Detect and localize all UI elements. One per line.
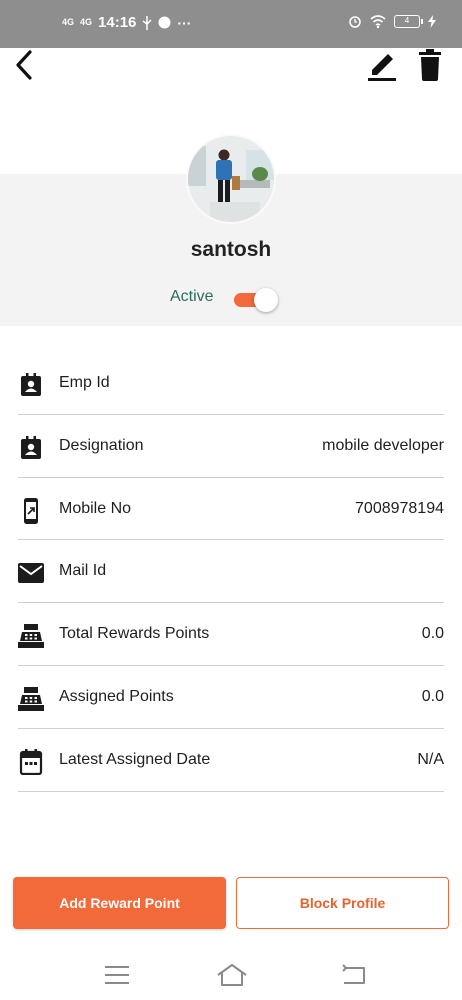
home-nav-button[interactable] bbox=[216, 962, 248, 988]
detail-row-emp-id: Emp Id bbox=[0, 352, 462, 415]
detail-value: 0.0 bbox=[421, 625, 444, 643]
detail-label: Designation bbox=[59, 436, 144, 454]
network-indicator-1: 4G bbox=[62, 17, 75, 27]
system-nav-bar bbox=[0, 950, 462, 1000]
battery-icon: 4 bbox=[394, 14, 423, 28]
profile-avatar[interactable] bbox=[186, 134, 276, 224]
alarm-icon bbox=[349, 16, 361, 28]
pencil-icon bbox=[368, 54, 396, 81]
back-arrow-icon bbox=[16, 50, 32, 80]
detail-label: Emp Id bbox=[59, 374, 110, 391]
status-right: 4 bbox=[348, 14, 436, 28]
detail-label: Assigned Points bbox=[59, 687, 174, 705]
menu-nav-button[interactable] bbox=[103, 962, 131, 988]
detail-row-assigned-points: Assigned Points 0.0 bbox=[0, 666, 462, 729]
delete-button[interactable] bbox=[414, 48, 446, 82]
menu-icon bbox=[105, 966, 129, 984]
network-indicator-2: 4G bbox=[80, 17, 93, 27]
top-bar bbox=[0, 48, 462, 108]
detail-value: 7008978194 bbox=[355, 499, 444, 517]
block-profile-button[interactable]: Block Profile bbox=[236, 877, 449, 929]
status-more: ··· bbox=[177, 14, 192, 31]
usb-icon bbox=[142, 15, 152, 30]
wifi-icon bbox=[370, 14, 386, 28]
detail-label: Mobile No bbox=[59, 499, 132, 517]
notification-dot-icon bbox=[158, 16, 171, 29]
detail-value: 0.0 bbox=[421, 687, 444, 705]
detail-label: Total Rewards Points bbox=[59, 625, 210, 643]
profile-photo bbox=[188, 136, 274, 222]
contact-card-icon bbox=[18, 435, 44, 461]
detail-row-mobile: Mobile No 7008978194 bbox=[0, 478, 462, 541]
cash-register-icon bbox=[18, 623, 44, 649]
details-list: Emp Id Designation mobile developer Mobi… bbox=[0, 352, 462, 792]
detail-label: Latest Assigned Date bbox=[59, 750, 211, 768]
charging-icon bbox=[428, 14, 436, 28]
toggle-knob bbox=[254, 288, 278, 312]
battery-level: 4 bbox=[404, 15, 410, 25]
status-time: 14:16 bbox=[98, 14, 137, 31]
detail-row-designation: Designation mobile developer bbox=[0, 415, 462, 478]
return-icon bbox=[342, 964, 365, 984]
back-button[interactable] bbox=[10, 48, 40, 82]
add-reward-point-button[interactable]: Add Reward Point bbox=[13, 877, 226, 929]
edit-button[interactable] bbox=[366, 48, 398, 82]
detail-row-total-rewards: Total Rewards Points 0.0 bbox=[0, 603, 462, 666]
status-bar: 4G 4G 14:16 ··· 4 bbox=[0, 0, 462, 48]
detail-row-mail: Mail Id bbox=[0, 540, 462, 604]
active-toggle[interactable] bbox=[232, 288, 278, 312]
divider bbox=[18, 790, 444, 792]
status-row: Active bbox=[0, 284, 462, 312]
profile-name: santosh bbox=[190, 238, 272, 261]
back-nav-button[interactable] bbox=[340, 962, 368, 988]
phone-icon bbox=[18, 497, 44, 524]
calendar-icon bbox=[18, 748, 44, 775]
detail-label: Mail Id bbox=[59, 562, 107, 580]
detail-value: mobile developer bbox=[322, 436, 444, 454]
trash-icon bbox=[419, 49, 441, 81]
cash-register-icon bbox=[18, 686, 44, 712]
status-left: 4G 4G 14:16 ··· bbox=[62, 14, 191, 31]
status-label: Active bbox=[170, 288, 214, 305]
detail-row-latest-date: Latest Assigned Date N/A bbox=[0, 729, 462, 792]
detail-value: N/A bbox=[417, 750, 444, 768]
contact-card-icon bbox=[18, 372, 44, 398]
home-icon bbox=[217, 964, 247, 986]
mail-icon bbox=[18, 560, 44, 586]
